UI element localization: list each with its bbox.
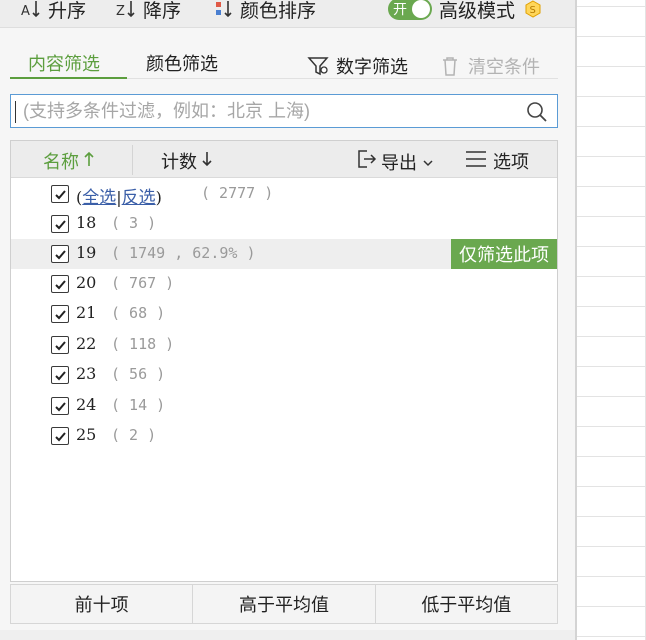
- filter-funnel-icon: [306, 54, 330, 78]
- panel-divider: [575, 0, 577, 640]
- list-item[interactable]: 18 ( 3 ): [11, 209, 557, 239]
- list-item[interactable]: 22 ( 118 ): [11, 330, 557, 360]
- item-checkbox[interactable]: [51, 245, 69, 263]
- color-sort-icon: [212, 0, 236, 21]
- toggle-label: 开: [393, 2, 407, 18]
- item-label: 20: [76, 273, 97, 292]
- item-count: ( 1749 , 62.9% ): [111, 244, 256, 262]
- list-item[interactable]: 23 ( 56 ): [11, 360, 557, 390]
- filter-only-this-button[interactable]: 仅筛选此项: [451, 239, 557, 269]
- search-box: [10, 94, 558, 128]
- item-label: 23: [76, 364, 97, 383]
- chevron-down-icon: [423, 151, 433, 172]
- svg-text:Z: Z: [116, 4, 125, 19]
- item-count: ( 2 ): [111, 426, 157, 444]
- number-filter-label: 数字筛选: [336, 57, 408, 78]
- list-item[interactable]: 19 ( 1749 , 62.9% ) 仅筛选此项: [11, 239, 557, 269]
- above-average-button[interactable]: 高于平均值: [193, 585, 376, 623]
- total-count: ( 2777 ): [201, 184, 274, 202]
- header-separator: [132, 145, 133, 175]
- below-average-button[interactable]: 低于平均值: [376, 585, 557, 623]
- premium-badge-icon: S: [523, 0, 543, 19]
- svg-text:A: A: [21, 4, 30, 19]
- sort-descending-icon: Z: [115, 0, 139, 21]
- item-count: ( 3 ): [111, 214, 157, 232]
- invert-selection-link[interactable]: 反选: [122, 188, 156, 207]
- select-all-row: (全选|反选) ( 2777 ): [11, 179, 557, 209]
- item-checkbox[interactable]: [51, 366, 69, 384]
- item-label: 19: [76, 243, 97, 262]
- tab-content-filter[interactable]: 内容筛选: [28, 50, 100, 76]
- export-button[interactable]: 导出: [355, 148, 433, 175]
- sort-ascending-icon: A: [20, 0, 44, 21]
- list-item[interactable]: 21 ( 68 ): [11, 299, 557, 329]
- item-count: ( 14 ): [111, 396, 166, 414]
- item-count: ( 68 ): [111, 304, 166, 322]
- item-checkbox[interactable]: [51, 427, 69, 445]
- list-header: 名称 计数 导出 选项: [11, 141, 557, 178]
- paren-close: ): [155, 188, 162, 207]
- panel-footer: [0, 630, 575, 640]
- export-label: 导出: [381, 152, 417, 174]
- sort-toolbar: A 升序 Z 降序 颜色排序 开 高级模式 S: [0, 0, 575, 28]
- top-ten-button[interactable]: 前十项: [11, 585, 194, 623]
- advanced-mode-control[interactable]: 开 高级模式 S: [388, 0, 543, 24]
- search-input[interactable]: [23, 100, 523, 122]
- trash-icon: [438, 54, 462, 78]
- spreadsheet-grid: [577, 0, 646, 640]
- tab-color-filter[interactable]: 颜色筛选: [146, 50, 218, 76]
- number-filter-button[interactable]: 数字筛选: [306, 53, 408, 79]
- item-label: 24: [76, 395, 97, 414]
- list-item[interactable]: 25 ( 2 ): [11, 421, 557, 451]
- item-count: ( 767 ): [111, 274, 175, 292]
- text-caret: [15, 101, 16, 123]
- select-all-checkbox[interactable]: [51, 185, 69, 203]
- active-tab-indicator: [10, 77, 127, 79]
- sort-ascending-button[interactable]: A 升序: [20, 0, 86, 24]
- list-item[interactable]: 20 ( 767 ): [11, 269, 557, 299]
- arrow-down-icon: [201, 151, 213, 172]
- count-header-label: 计数: [161, 152, 197, 173]
- item-checkbox[interactable]: [51, 397, 69, 415]
- options-label: 选项: [493, 152, 529, 173]
- select-all-controls: (全选|反选): [76, 183, 162, 208]
- filter-panel: A 升序 Z 降序 颜色排序 开 高级模式 S 内容筛选 颜色筛选 数字筛选 清…: [0, 0, 575, 640]
- sort-ascending-label: 升序: [48, 0, 87, 22]
- svg-text:S: S: [530, 5, 536, 16]
- quick-filter-bar: 前十项 高于平均值 低于平均值: [10, 584, 558, 624]
- search-icon[interactable]: [525, 100, 549, 124]
- item-label: 18: [76, 213, 97, 232]
- sort-descending-label: 降序: [143, 0, 182, 22]
- arrow-up-icon: [83, 151, 95, 172]
- list-item[interactable]: 24 ( 14 ): [11, 391, 557, 421]
- name-header-label: 名称: [43, 152, 79, 173]
- toggle-knob: [412, 0, 430, 18]
- clear-conditions-label: 清空条件: [468, 57, 540, 78]
- item-count: ( 56 ): [111, 365, 166, 383]
- advanced-mode-label: 高级模式: [439, 0, 516, 22]
- export-icon: [355, 148, 377, 175]
- clear-conditions-button[interactable]: 清空条件: [438, 53, 540, 79]
- sort-by-name-header[interactable]: 名称: [43, 148, 95, 174]
- item-checkbox[interactable]: [51, 215, 69, 233]
- sort-by-count-header[interactable]: 计数: [161, 148, 213, 174]
- color-sort-button[interactable]: 颜色排序: [212, 0, 316, 24]
- item-label: 25: [76, 425, 97, 444]
- menu-lines-icon: [465, 150, 487, 173]
- advanced-mode-toggle[interactable]: 开: [388, 0, 432, 20]
- value-list: 名称 计数 导出 选项 (全选|反选) (2777) 18 (3) 19…: [10, 140, 558, 582]
- item-checkbox[interactable]: [51, 336, 69, 354]
- item-label: 22: [76, 334, 97, 353]
- options-button[interactable]: 选项: [465, 148, 529, 174]
- sort-descending-button[interactable]: Z 降序: [115, 0, 181, 24]
- item-checkbox[interactable]: [51, 305, 69, 323]
- item-checkbox[interactable]: [51, 275, 69, 293]
- select-all-link[interactable]: 全选: [82, 188, 116, 207]
- item-label: 21: [76, 303, 97, 322]
- color-sort-label: 颜色排序: [240, 0, 317, 22]
- item-count: ( 118 ): [111, 335, 175, 353]
